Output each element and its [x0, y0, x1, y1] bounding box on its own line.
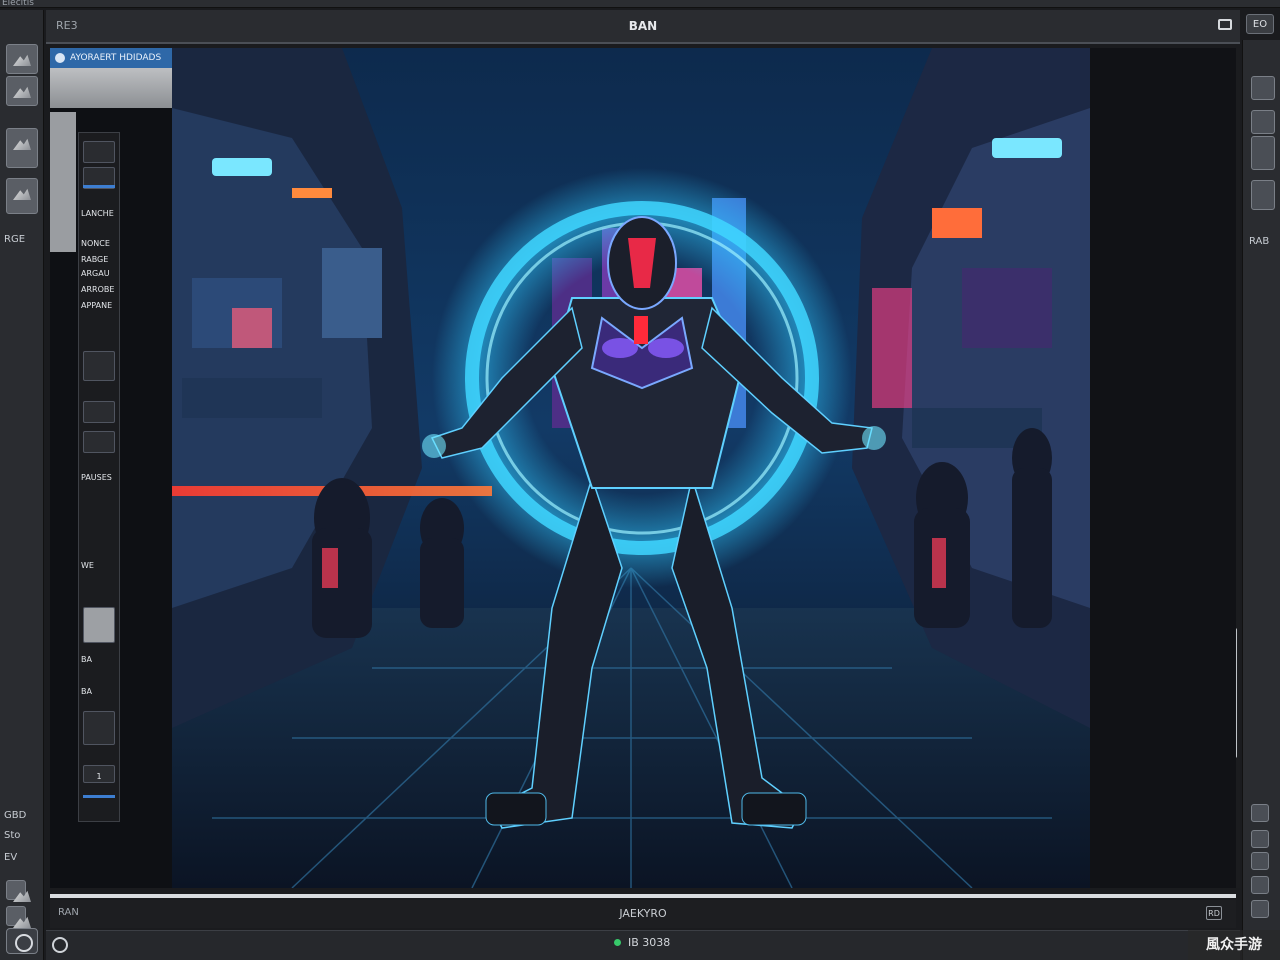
- grid-icon[interactable]: [1251, 852, 1269, 870]
- maximize-icon[interactable]: [1218, 19, 1232, 30]
- tool-label: PAUSES: [81, 473, 112, 482]
- left-rail-label: GBD: [4, 810, 27, 821]
- start-icon[interactable]: [6, 928, 38, 954]
- shield-icon[interactable]: [83, 711, 115, 745]
- taskbar-label: IB 3038: [628, 936, 671, 949]
- tool-label: BA: [81, 655, 92, 664]
- camera-icon[interactable]: [1251, 136, 1275, 170]
- selection-tool[interactable]: [83, 401, 115, 423]
- image-icon[interactable]: [6, 44, 38, 74]
- tool-label: ARROBE: [81, 285, 115, 294]
- color-swatch[interactable]: [50, 68, 172, 108]
- history-icon[interactable]: [1251, 900, 1269, 918]
- shape-icon[interactable]: [6, 178, 38, 214]
- brush-icon[interactable]: [6, 128, 38, 168]
- layer-tool[interactable]: [83, 431, 115, 453]
- layers-icon[interactable]: [6, 76, 38, 106]
- left-rail-label: EV: [4, 852, 18, 863]
- panel-slider[interactable]: [50, 112, 76, 252]
- mask-tool[interactable]: [83, 351, 115, 381]
- tool-label: APPANE: [81, 301, 113, 310]
- status-dot-icon: [614, 939, 621, 946]
- tool-label: RABGE: [81, 255, 109, 264]
- canvas-viewport[interactable]: AYORAERT HDIDADS LANCHE NONCE RABGE ARGA…: [50, 48, 1236, 888]
- top-strip: Elecitis: [0, 0, 1280, 8]
- right-toolbar: RAB: [1242, 40, 1280, 960]
- zoom-icon[interactable]: [1251, 876, 1269, 894]
- tool-label: BA: [81, 687, 92, 696]
- tool-progress-bar: [83, 795, 115, 798]
- preview-tool[interactable]: [83, 607, 115, 643]
- watermark-logo: 風众手游: [1188, 930, 1280, 960]
- top-right-button[interactable]: EO: [1246, 14, 1274, 34]
- pen-icon[interactable]: [1251, 180, 1275, 210]
- right-rail-label: RAB: [1249, 236, 1270, 247]
- status-bar: RAN JAEKYRO RD: [50, 900, 1236, 928]
- panel-header[interactable]: AYORAERT HDIDADS: [50, 48, 172, 68]
- left-rail-label: Sto: [4, 830, 21, 841]
- settings-icon[interactable]: [1251, 804, 1269, 822]
- tool-number[interactable]: 1: [83, 765, 115, 783]
- left-toolbar: RGE GBD Sto EV: [0, 10, 44, 960]
- tool-active-indicator: [83, 185, 115, 188]
- tool-label: WE: [81, 561, 94, 570]
- artwork-image: [172, 48, 1090, 888]
- top-strip-label: Elecitis: [2, 0, 34, 8]
- tool-label: LANCHE: [81, 209, 114, 218]
- status-file-name: JAEKYRO: [619, 907, 667, 920]
- filter-icon[interactable]: [6, 906, 26, 926]
- tool-label: ARGAU: [81, 269, 110, 278]
- left-rail-label: RGE: [4, 234, 26, 245]
- tool-label: NONCE: [81, 239, 110, 248]
- panel-title: AYORAERT HDIDADS: [70, 53, 162, 63]
- tool-palette: LANCHE NONCE RABGE ARGAU ARROBE APPANE P…: [78, 132, 120, 822]
- info-icon[interactable]: [1251, 830, 1269, 848]
- globe-icon: [55, 53, 65, 63]
- status-right-button[interactable]: RD: [1206, 906, 1222, 920]
- window-title: BAN: [628, 19, 658, 33]
- title-bar: RE3 BAN: [46, 10, 1240, 44]
- canvas-margin: [1090, 48, 1236, 888]
- adjust-icon[interactable]: [6, 880, 26, 900]
- thumbnail-tool[interactable]: [83, 141, 115, 163]
- transform-icon[interactable]: [1251, 110, 1275, 134]
- crop-icon[interactable]: [1251, 76, 1275, 100]
- taskbar: IB 3038: [46, 930, 1240, 960]
- timeline-divider: [50, 894, 1236, 898]
- edge-icon[interactable]: [52, 937, 68, 953]
